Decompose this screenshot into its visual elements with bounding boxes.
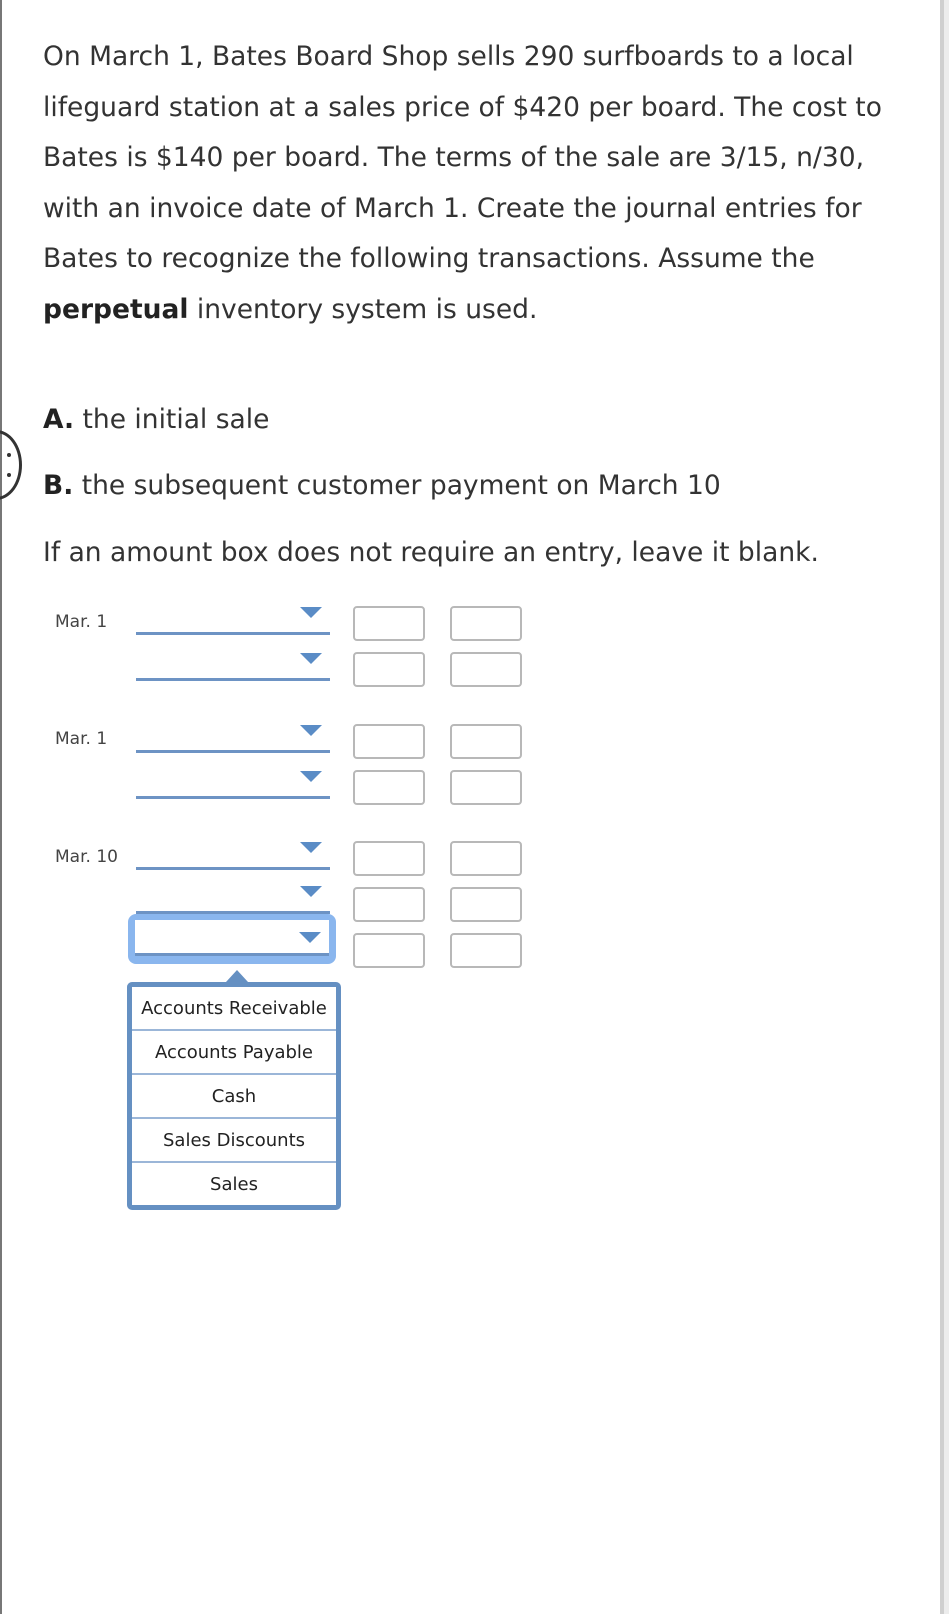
credit-input[interactable]: [450, 770, 522, 805]
dropdown-arrow-icon: [300, 653, 322, 664]
debit-input[interactable]: [353, 652, 425, 687]
dropdown-arrow-icon: [300, 771, 322, 782]
debit-input[interactable]: [353, 841, 425, 876]
dropdown-arrow-icon: [299, 932, 321, 943]
part-text: the initial sale: [74, 404, 270, 435]
debit-input[interactable]: [353, 933, 425, 968]
dot-icon: [7, 473, 11, 477]
menu-option-accounts-receivable[interactable]: Accounts Receivable: [132, 987, 336, 1029]
problem-text: On March 1, Bates Board Shop sells 290 s…: [43, 41, 882, 274]
account-dropdown[interactable]: [136, 651, 330, 681]
problem-text-end: inventory system is used.: [188, 293, 538, 325]
account-dropdown-field[interactable]: [135, 920, 329, 956]
credit-input[interactable]: [450, 652, 522, 687]
account-dropdown[interactable]: [136, 884, 330, 914]
part-letter: A.: [43, 404, 75, 435]
entry-date: Mar. 1: [55, 729, 108, 749]
menu-option-accounts-payable[interactable]: Accounts Payable: [132, 1029, 336, 1073]
scrollbar-edge: [944, 0, 949, 1614]
dropdown-arrow-icon: [300, 725, 322, 736]
part-text: the subsequent customer payment on March…: [73, 470, 721, 501]
problem-statement: On March 1, Bates Board Shop sells 290 s…: [43, 32, 923, 335]
side-panel-toggle[interactable]: [0, 430, 22, 500]
dropdown-caret-icon: [226, 970, 248, 982]
part-b: B. the subsequent customer payment on Ma…: [43, 470, 721, 501]
instruction-text: If an amount box does not require an ent…: [43, 537, 819, 568]
menu-option-sales-discounts[interactable]: Sales Discounts: [132, 1117, 336, 1161]
account-dropdown-focused[interactable]: [128, 914, 336, 964]
credit-input[interactable]: [450, 724, 522, 759]
left-frame-border: [0, 0, 2, 1614]
entry-date: Mar. 10: [55, 847, 118, 867]
account-dropdown[interactable]: [136, 769, 330, 799]
account-dropdown[interactable]: [136, 723, 330, 753]
credit-input[interactable]: [450, 606, 522, 641]
dot-icon: [7, 453, 11, 457]
problem-bold-word: perpetual: [43, 293, 189, 325]
debit-input[interactable]: [353, 887, 425, 922]
debit-input[interactable]: [353, 770, 425, 805]
debit-input[interactable]: [353, 724, 425, 759]
menu-option-cash[interactable]: Cash: [132, 1073, 336, 1117]
dropdown-arrow-icon: [300, 886, 322, 897]
credit-input[interactable]: [450, 841, 522, 876]
entry-date: Mar. 1: [55, 612, 108, 632]
part-letter: B.: [43, 470, 74, 501]
account-dropdown[interactable]: [136, 605, 330, 635]
account-dropdown[interactable]: [136, 840, 330, 870]
credit-input[interactable]: [450, 933, 522, 968]
debit-input[interactable]: [353, 606, 425, 641]
part-a: A. the initial sale: [43, 404, 269, 435]
account-options-menu: Accounts Receivable Accounts Payable Cas…: [127, 982, 341, 1210]
menu-option-sales[interactable]: Sales: [132, 1161, 336, 1205]
dropdown-arrow-icon: [300, 842, 322, 853]
dropdown-arrow-icon: [300, 607, 322, 618]
credit-input[interactable]: [450, 887, 522, 922]
